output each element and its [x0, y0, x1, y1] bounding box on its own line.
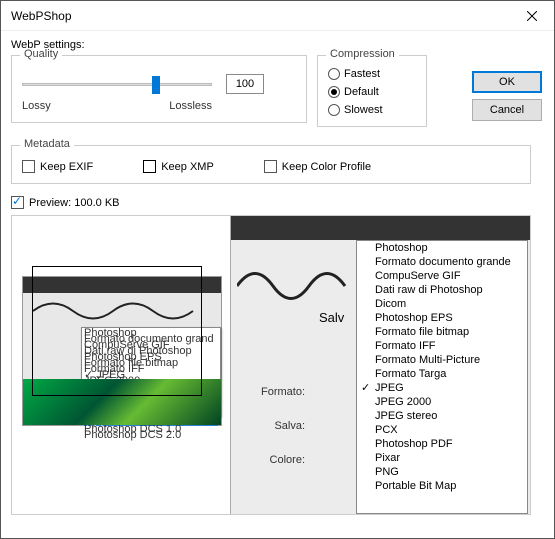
- close-button[interactable]: [509, 1, 554, 31]
- dropdown-item[interactable]: PCX: [357, 423, 527, 437]
- dropdown-item[interactable]: Photoshop PDF: [357, 437, 527, 451]
- ok-button[interactable]: OK: [472, 71, 542, 93]
- dropdown-item[interactable]: JPEG 2000: [357, 395, 527, 409]
- radio-fastest[interactable]: Fastest: [328, 68, 416, 80]
- dropdown-item[interactable]: JPEG: [357, 381, 527, 395]
- format-dropdown[interactable]: PhotoshopFormato documento grandeCompuSe…: [356, 240, 528, 514]
- settings-label: WebP settings:: [11, 39, 544, 51]
- quality-title: Quality: [20, 48, 62, 60]
- close-icon: [527, 11, 537, 21]
- dropdown-item[interactable]: Dati raw di Photoshop: [357, 283, 527, 297]
- titlebar: WebPShop: [1, 1, 554, 31]
- dropdown-item[interactable]: Formato Targa: [357, 367, 527, 381]
- dropdown-item[interactable]: Formato documento grande: [357, 255, 527, 269]
- wave-icon: [33, 301, 213, 321]
- dropdown-item[interactable]: Formato file bitmap: [357, 325, 527, 339]
- dropdown-item[interactable]: CompuServe GIF: [357, 269, 527, 283]
- salv-label: Salv: [319, 310, 344, 325]
- dropdown-item[interactable]: Formato IFF: [357, 339, 527, 353]
- keep-xmp-checkbox[interactable]: Keep XMP: [143, 160, 214, 173]
- dropdown-item[interactable]: Dicom: [357, 297, 527, 311]
- dropdown-item[interactable]: Portable Bit Map: [357, 479, 527, 493]
- dialog-window: WebPShop WebP settings: OK Cancel Qualit…: [0, 0, 555, 539]
- lossless-label: Lossless: [169, 100, 212, 112]
- metadata-title: Metadata: [20, 138, 74, 150]
- lossy-label: Lossy: [22, 100, 51, 112]
- wave-icon: [237, 266, 347, 306]
- quality-group: Quality 100 Lossy Lossless: [11, 55, 307, 123]
- dropdown-item[interactable]: Photoshop EPS: [357, 311, 527, 325]
- radio-default[interactable]: Default: [328, 86, 416, 98]
- salva-label: Salva:: [261, 420, 305, 432]
- cancel-button[interactable]: Cancel: [472, 99, 542, 121]
- dropdown-item[interactable]: JPEG stereo: [357, 409, 527, 423]
- compression-group: Compression Fastest Default Slowest: [317, 55, 427, 127]
- preview-zoom: Salv Formato: Salva: Colore: PhotoshopFo…: [230, 216, 530, 514]
- checkbox-icon: [264, 160, 277, 173]
- preview-label: Preview: 100.0 KB: [29, 197, 120, 209]
- metadata-group: Metadata Keep EXIF Keep XMP Keep Color P…: [11, 145, 531, 184]
- colore-label: Colore:: [261, 454, 305, 466]
- dropdown-item[interactable]: Photoshop: [357, 241, 527, 255]
- radio-slowest[interactable]: Slowest: [328, 104, 416, 116]
- dropdown-item[interactable]: PNG: [357, 465, 527, 479]
- radio-icon: [328, 104, 340, 116]
- keep-exif-checkbox[interactable]: Keep EXIF: [22, 160, 93, 173]
- preview-area: PhotoshopFormato documento grandCompuSer…: [11, 215, 531, 515]
- checkbox-icon: [22, 160, 35, 173]
- checkbox-icon: [143, 160, 156, 173]
- window-title: WebPShop: [11, 9, 72, 23]
- preview-thumbnail: PhotoshopFormato documento grandCompuSer…: [22, 276, 222, 426]
- slider-thumb-icon[interactable]: [152, 76, 160, 94]
- checkbox-icon: [11, 196, 24, 209]
- quality-value-input[interactable]: 100: [226, 74, 264, 94]
- quality-slider[interactable]: [22, 74, 212, 94]
- dropdown-item[interactable]: Formato Multi-Picture: [357, 353, 527, 367]
- preview-checkbox[interactable]: Preview: 100.0 KB: [11, 196, 120, 209]
- dropdown-item[interactable]: Pixar: [357, 451, 527, 465]
- radio-icon: [328, 68, 340, 80]
- radio-icon: [328, 86, 340, 98]
- formato-label: Formato:: [261, 386, 305, 398]
- compression-title: Compression: [326, 48, 399, 60]
- keep-color-checkbox[interactable]: Keep Color Profile: [264, 160, 371, 173]
